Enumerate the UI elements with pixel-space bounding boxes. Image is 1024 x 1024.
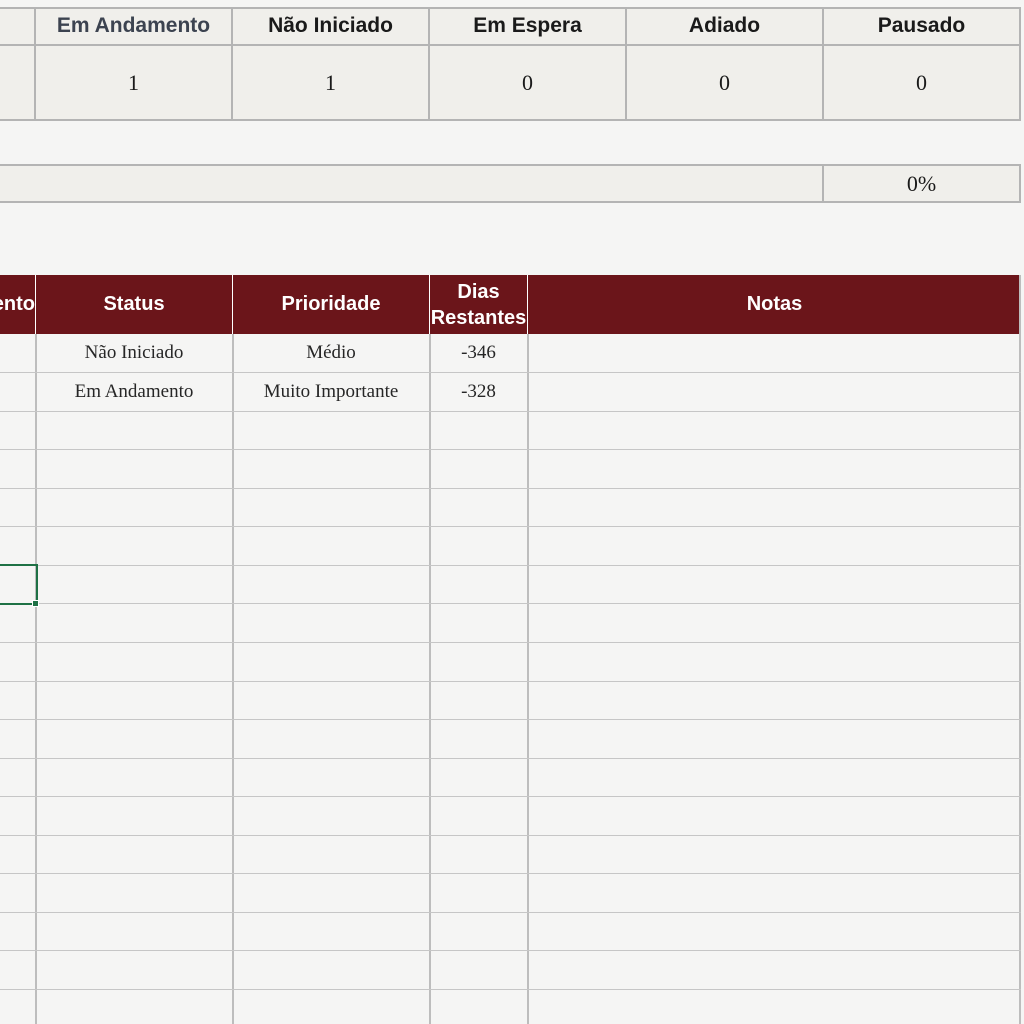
row-status-cell[interactable]: Em Andamento [36, 373, 232, 411]
grid-row-line [0, 411, 1021, 412]
grid-row-line [0, 449, 1021, 450]
summary-header-em-andamento[interactable]: Em Andamento [36, 8, 233, 46]
column-header-status[interactable]: Status [36, 275, 233, 334]
summary-count-adiado[interactable]: 0 [627, 46, 824, 121]
grid-row-line [0, 681, 1021, 682]
summary-header-pausado[interactable]: Pausado [824, 8, 1021, 46]
column-header-priority[interactable]: Prioridade [233, 275, 430, 334]
row-priority-cell[interactable]: Médio [233, 334, 429, 372]
grid-row-line [0, 950, 1021, 951]
progress-percent[interactable]: 0% [824, 166, 1021, 203]
active-cell-selection[interactable] [0, 564, 38, 605]
grid-row-line [0, 835, 1021, 836]
summary-header-adiado[interactable]: Adiado [627, 8, 824, 46]
grid-col-line [232, 334, 234, 1024]
summary-count-pausado[interactable]: 0 [824, 46, 1021, 121]
summary-top-border [0, 7, 1021, 9]
column-header-days-left[interactable]: Dias Restantes [430, 275, 528, 334]
summary-header-nao-iniciado[interactable]: Não Iniciado [233, 8, 430, 46]
grid-row-line [0, 526, 1021, 527]
grid-row-line [0, 488, 1021, 489]
grid-row-line [0, 719, 1021, 720]
summary-left-cell[interactable] [0, 8, 36, 46]
summary-count-nao-iniciado[interactable]: 1 [233, 46, 430, 121]
grid-row-line [0, 642, 1021, 643]
spreadsheet: Em Andamento Não Iniciado Em Espera Adia… [0, 0, 1024, 1024]
column-header-notes[interactable]: Notas [528, 275, 1021, 334]
grid-col-line [527, 334, 529, 1024]
grid-row-line [0, 603, 1021, 604]
row-days-left-cell[interactable]: -346 [430, 334, 527, 372]
summary-count-em-espera[interactable]: 0 [430, 46, 627, 121]
grid-row-line [0, 796, 1021, 797]
grid-row-line [0, 873, 1021, 874]
grid-row-line [0, 565, 1021, 566]
summary-count-left-cell[interactable] [0, 46, 36, 121]
grid-col-line [35, 334, 37, 1024]
grid-col-line [429, 334, 431, 1024]
grid-row-line [0, 989, 1021, 990]
fill-handle[interactable] [32, 600, 39, 607]
summary-header-divider [0, 44, 1021, 46]
column-header-partial[interactable]: ento [0, 275, 36, 334]
summary-count-em-andamento[interactable]: 1 [36, 46, 233, 121]
row-status-cell[interactable]: Não Iniciado [36, 334, 232, 372]
summary-header-em-espera[interactable]: Em Espera [430, 8, 627, 46]
progress-bar-cell[interactable] [0, 166, 824, 203]
grid-row-line [0, 912, 1021, 913]
row-notes-cell[interactable] [528, 373, 1019, 411]
grid-row-line [0, 758, 1021, 759]
row-priority-cell[interactable]: Muito Importante [233, 373, 429, 411]
row-notes-cell[interactable] [528, 334, 1019, 372]
row-days-left-cell[interactable]: -328 [430, 373, 527, 411]
